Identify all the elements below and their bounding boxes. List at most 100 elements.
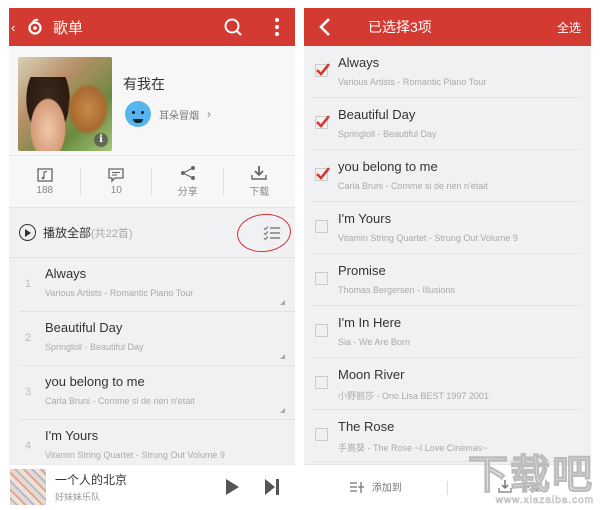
song-title: you belong to me — [45, 374, 145, 389]
song-title: Always — [45, 266, 87, 281]
checkbox-unchecked[interactable] — [315, 220, 328, 233]
checkmark-icon — [316, 167, 330, 180]
song-subtitle: Vitamin String Quartet - Strung Out Volu… — [45, 450, 225, 460]
next-track-icon[interactable] — [265, 479, 279, 495]
checkbox-checked[interactable] — [315, 63, 330, 77]
play-all-count: (共22首) — [91, 227, 133, 240]
song-title: I'm In Here — [338, 315, 402, 330]
info-icon[interactable]: i — [94, 133, 108, 147]
selectable-song-row[interactable]: I'm Yours Vitamin String Quartet - Strung… — [312, 202, 581, 254]
song-row[interactable]: 2 Beautiful Day Springloll - Beautiful D… — [19, 312, 295, 366]
song-title: I'm Yours — [338, 211, 392, 226]
selection-action-bar: 添加到 下载 — [304, 464, 591, 508]
playlist-header: i 有我在 耳朵冒烟 › — [9, 46, 295, 156]
selectable-song-row[interactable]: Promise Thomas Bergersen - Illusions — [312, 254, 581, 306]
playlist-stats: 188 10 分享 下载 — [9, 156, 295, 208]
page-title: 歌单 — [53, 19, 84, 37]
song-index: 2 — [25, 332, 32, 344]
netease-music-logo-icon — [28, 18, 42, 35]
song-index: 4 — [25, 440, 32, 452]
share-icon — [180, 166, 195, 180]
song-subtitle: 手嶌葵 - The Rose ~I Love Cinemas~ — [338, 443, 488, 453]
playlist-cover[interactable]: i — [18, 57, 112, 151]
playlist-screen: ‹ 歌单 i 有我在 耳朵冒烟 › 188 10 分享 下载 播放全部 (共22… — [9, 8, 295, 508]
song-row[interactable]: 1 Always Various Artists - Romantic Pian… — [19, 258, 295, 312]
song-subtitle: Vitamin String Quartet - Strung Out Volu… — [338, 233, 518, 243]
song-title: Beautiful Day — [45, 320, 123, 335]
selectable-song-row[interactable]: The Rose 手嶌葵 - The Rose ~I Love Cinemas~ — [312, 410, 581, 462]
add-to-label: 添加到 — [371, 483, 402, 494]
folder-music-icon — [37, 168, 53, 182]
song-title: I'm Yours — [45, 428, 99, 443]
comment-icon — [108, 168, 124, 183]
stat-download[interactable]: 下载 — [224, 156, 296, 207]
song-subtitle: Springloll - Beautiful Day — [338, 129, 437, 139]
mini-player[interactable]: 一个人的北京 好妹妹乐队 — [9, 464, 295, 508]
multi-select-screen: 已选择3项 全选 Always Various Artists - Romanti… — [304, 8, 591, 508]
creator-avatar — [125, 101, 151, 127]
selectable-song-row[interactable]: Beautiful Day Springloll - Beautiful Day — [312, 98, 581, 150]
checkmark-icon — [316, 115, 330, 128]
stat-share[interactable]: 分享 — [152, 156, 224, 207]
selectable-song-row[interactable]: Always Various Artists - Romantic Piano T… — [312, 46, 581, 98]
corner-menu-icon[interactable] — [280, 408, 285, 413]
playlist-name: 有我在 — [123, 76, 165, 92]
download-button[interactable]: 下载 — [448, 479, 592, 494]
play-all-row[interactable]: 播放全部 (共22首) — [9, 208, 295, 258]
selection-count-title: 已选择3项 — [368, 19, 432, 35]
checkbox-unchecked[interactable] — [315, 272, 328, 285]
stat-comments[interactable]: 10 — [81, 156, 153, 207]
creator-name: 耳朵冒烟 — [159, 110, 199, 122]
more-vertical-icon[interactable] — [273, 17, 281, 37]
checkbox-checked[interactable] — [315, 167, 330, 181]
song-title: you belong to me — [338, 159, 438, 174]
stat-songs[interactable]: 188 — [9, 156, 81, 207]
checkbox-unchecked[interactable] — [315, 376, 328, 389]
checkmark-icon — [316, 63, 330, 76]
chevron-right-icon: › — [207, 107, 211, 121]
creator-link[interactable]: 耳朵冒烟 › — [125, 101, 211, 127]
now-playing-cover[interactable] — [10, 468, 46, 505]
back-icon[interactable] — [314, 15, 338, 39]
play-icon[interactable] — [226, 479, 239, 495]
download-icon — [498, 479, 512, 493]
song-subtitle: Springloll - Beautiful Day — [45, 342, 144, 352]
select-all-button[interactable]: 全选 — [557, 19, 581, 36]
now-playing-artist: 好妹妹乐队 — [55, 491, 101, 502]
add-to-button[interactable]: 添加到 — [304, 479, 448, 495]
song-subtitle: Various Artists - Romantic Piano Tour — [338, 77, 487, 87]
search-icon[interactable] — [223, 17, 243, 37]
song-subtitle: 小野丽莎 - Ono Lisa BEST 1997 2001 — [338, 391, 489, 401]
play-circle-icon[interactable] — [19, 224, 36, 241]
song-row[interactable]: 3 you belong to me Carla Bruni - Comme s… — [19, 366, 295, 420]
now-playing-info[interactable]: 一个人的北京 好妹妹乐队 — [55, 471, 127, 503]
song-title: The Rose — [338, 419, 395, 434]
song-list: 1 Always Various Artists - Romantic Pian… — [9, 258, 295, 474]
song-title: Promise — [338, 263, 386, 278]
corner-menu-icon[interactable] — [280, 354, 285, 359]
song-title: Always — [338, 55, 380, 70]
download-icon — [251, 166, 267, 180]
selectable-song-row[interactable]: I'm In Here Sia - We Are Born — [312, 306, 581, 358]
now-playing-title: 一个人的北京 — [55, 472, 128, 487]
stat-songs-label: 188 — [36, 185, 54, 196]
selectable-song-row[interactable]: Moon River 小野丽莎 - Ono Lisa BEST 1997 2001 — [312, 358, 581, 410]
song-subtitle: Various Artists - Romantic Piano Tour — [45, 288, 194, 298]
add-to-playlist-icon — [349, 481, 364, 493]
song-subtitle: Sia - We Are Born — [338, 337, 410, 347]
selection-top-bar: 已选择3项 全选 — [304, 8, 591, 46]
song-subtitle: Thomas Bergersen - Illusions — [338, 285, 456, 295]
back-icon[interactable]: ‹ — [11, 20, 21, 35]
checkbox-unchecked[interactable] — [315, 324, 328, 337]
corner-menu-icon[interactable] — [280, 300, 285, 305]
download-label: 下载 — [520, 483, 541, 494]
top-bar: ‹ 歌单 — [9, 8, 295, 46]
selectable-song-row[interactable]: you belong to me Carla Bruni - Comme si d… — [312, 150, 581, 202]
checkbox-checked[interactable] — [315, 115, 330, 129]
selectable-song-list: Always Various Artists - Romantic Piano T… — [304, 46, 591, 462]
checkbox-unchecked[interactable] — [315, 428, 328, 441]
stat-comments-label: 10 — [110, 185, 122, 196]
song-title: Beautiful Day — [338, 107, 416, 122]
stat-share-label: 分享 — [177, 187, 198, 198]
song-subtitle: Carla Bruni - Comme si de rien n'etait — [338, 181, 488, 191]
